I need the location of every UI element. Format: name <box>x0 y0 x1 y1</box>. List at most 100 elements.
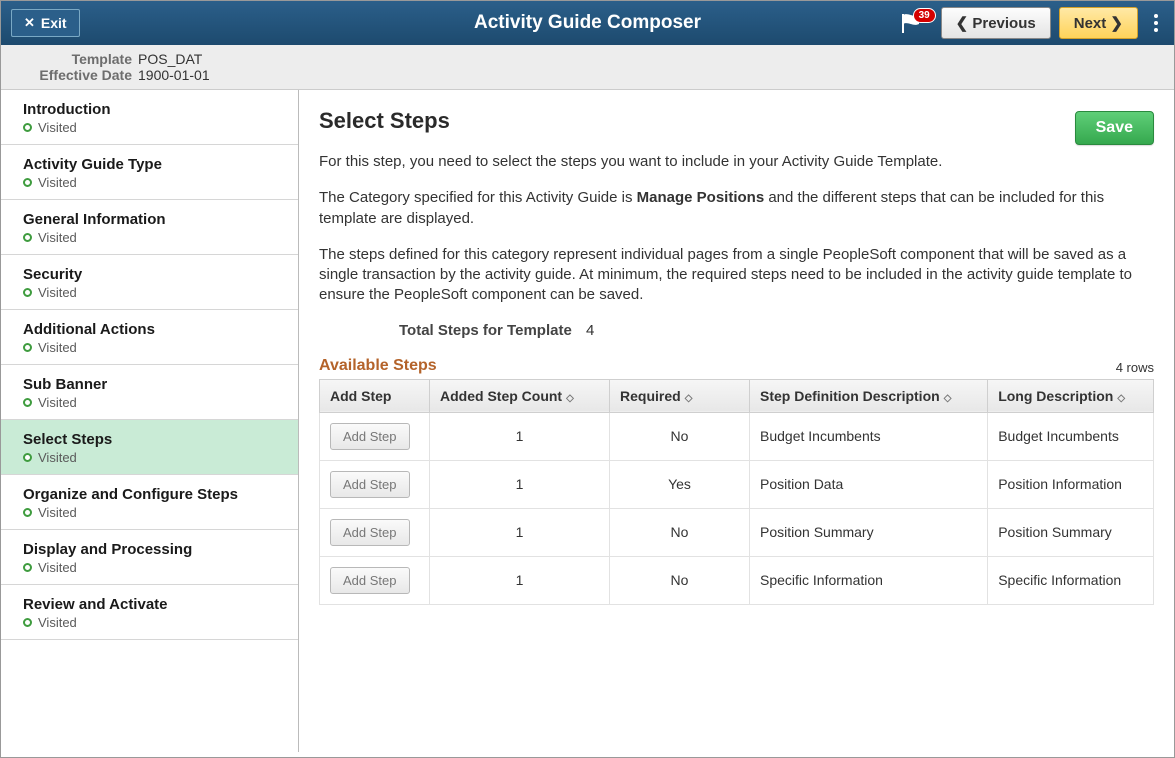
col-added-count[interactable]: Added Step Count◇ <box>430 379 610 412</box>
sidebar-item-sub-banner[interactable]: Sub BannerVisited <box>1 365 298 420</box>
sidebar-item-status: Visited <box>23 615 288 630</box>
sidebar-item-status: Visited <box>23 450 288 465</box>
sidebar-item-status-text: Visited <box>38 615 77 630</box>
sidebar-item-review-and-activate[interactable]: Review and Activate Visited <box>1 585 298 640</box>
sidebar-item-general-information[interactable]: General Information Visited <box>1 200 298 255</box>
main-panel: Select Steps Save For this step, you nee… <box>299 90 1174 752</box>
dot-icon <box>1154 14 1158 18</box>
intro-category-name: Manage Positions <box>637 189 765 206</box>
status-visited-icon <box>23 508 32 517</box>
sidebar-item-status-text: Visited <box>38 230 77 245</box>
sidebar-item-title: Sub Banner <box>23 376 288 393</box>
cell-required: No <box>610 556 750 604</box>
intro-line-3: The steps defined for this category repr… <box>319 245 1154 306</box>
status-visited-icon <box>23 563 32 572</box>
exit-button[interactable]: ✕ Exit <box>11 9 80 37</box>
add-step-button[interactable]: Add Step <box>330 567 410 594</box>
sidebar-item-title: Introduction <box>23 101 288 118</box>
sidebar-item-status-text: Visited <box>38 120 77 135</box>
sidebar-item-status: Visited <box>23 560 288 575</box>
intro-line-2: The Category specified for this Activity… <box>319 188 1154 229</box>
col-add-step[interactable]: Add Step <box>320 379 430 412</box>
status-visited-icon <box>23 343 32 352</box>
cell-long-description: Position Summary <box>988 508 1154 556</box>
total-steps-label: Total Steps for Template <box>399 322 572 339</box>
cell-step-definition: Position Summary <box>750 508 988 556</box>
effective-date-label: Effective Date <box>13 67 138 83</box>
notification-count-badge: 39 <box>913 8 936 23</box>
cell-step-definition: Position Data <box>750 460 988 508</box>
sort-icon: ◇ <box>566 393 574 404</box>
sidebar-item-title: Organize and Configure Steps <box>23 486 288 503</box>
status-visited-icon <box>23 233 32 242</box>
sort-icon: ◇ <box>1117 393 1125 404</box>
cell-added-count: 1 <box>430 556 610 604</box>
sidebar-item-status-text: Visited <box>38 450 77 465</box>
sidebar-item-select-steps[interactable]: Select StepsVisited <box>1 420 298 475</box>
available-steps-title: Available Steps <box>319 357 437 375</box>
steps-sidebar: IntroductionVisitedActivity Guide TypeVi… <box>1 90 299 752</box>
sidebar-item-organize-and-configure-steps[interactable]: Organize and Configure Steps Visited <box>1 475 298 530</box>
total-steps-value: 4 <box>586 322 594 339</box>
sidebar-item-additional-actions[interactable]: Additional Actions Visited <box>1 310 298 365</box>
cell-added-count: 1 <box>430 508 610 556</box>
dot-icon <box>1154 28 1158 32</box>
sidebar-item-security[interactable]: Security Visited <box>1 255 298 310</box>
add-step-button[interactable]: Add Step <box>330 423 410 450</box>
col-step-def-label: Step Definition Description <box>760 388 940 404</box>
sidebar-item-activity-guide-type[interactable]: Activity Guide TypeVisited <box>1 145 298 200</box>
sidebar-item-title: Review and Activate <box>23 596 288 613</box>
sidebar-item-status-text: Visited <box>38 505 77 520</box>
status-visited-icon <box>23 453 32 462</box>
sidebar-item-title: Display and Processing <box>23 541 288 558</box>
table-row: Add Step1NoPosition SummaryPosition Summ… <box>320 508 1154 556</box>
sidebar-item-display-and-processing[interactable]: Display and Processing Visited <box>1 530 298 585</box>
col-long-desc-label: Long Description <box>998 388 1113 404</box>
total-steps-row: Total Steps for Template 4 <box>399 322 1154 339</box>
table-row: Add Step1NoSpecific InformationSpecific … <box>320 556 1154 604</box>
col-step-def[interactable]: Step Definition Description◇ <box>750 379 988 412</box>
next-button[interactable]: Next ❯ <box>1059 7 1138 39</box>
add-step-button[interactable]: Add Step <box>330 519 410 546</box>
chevron-left-icon: ❮ <box>956 14 973 32</box>
notifications-button[interactable]: 39 <box>899 11 927 35</box>
sidebar-item-status-text: Visited <box>38 285 77 300</box>
status-visited-icon <box>23 398 32 407</box>
page-banner-title: Activity Guide Composer <box>474 12 701 34</box>
col-required-label: Required <box>620 388 681 404</box>
content-area: IntroductionVisitedActivity Guide TypeVi… <box>1 90 1174 752</box>
available-steps-grid: Add Step Added Step Count◇ Required ◇ Ste… <box>319 379 1154 605</box>
sidebar-item-status-text: Visited <box>38 560 77 575</box>
previous-button[interactable]: ❮ Previous <box>941 7 1051 39</box>
sidebar-item-status: Visited <box>23 340 288 355</box>
cell-required: Yes <box>610 460 750 508</box>
cell-step-definition: Specific Information <box>750 556 988 604</box>
sidebar-item-introduction[interactable]: Introduction Visited <box>1 90 298 145</box>
sidebar-item-title: General Information <box>23 211 288 228</box>
status-visited-icon <box>23 178 32 187</box>
grid-rowcount: 4 rows <box>1116 360 1154 375</box>
sidebar-item-title: Additional Actions <box>23 321 288 338</box>
cell-long-description: Budget Incumbents <box>988 412 1154 460</box>
cell-required: No <box>610 412 750 460</box>
sidebar-item-title: Security <box>23 266 288 283</box>
cell-added-count: 1 <box>430 460 610 508</box>
col-long-desc[interactable]: Long Description ◇ <box>988 379 1154 412</box>
sort-icon: ◇ <box>685 393 693 404</box>
effective-date-value: 1900-01-01 <box>138 67 210 83</box>
top-banner: ✕ Exit Activity Guide Composer 39 ❮ Prev… <box>1 1 1174 45</box>
intro-line-1: For this step, you need to select the st… <box>319 152 1154 172</box>
context-subheader: Template POS_DAT Effective Date 1900-01-… <box>1 45 1174 90</box>
save-button[interactable]: Save <box>1075 111 1154 145</box>
more-actions-button[interactable] <box>1146 8 1166 38</box>
cell-long-description: Position Information <box>988 460 1154 508</box>
status-visited-icon <box>23 288 32 297</box>
sidebar-item-status-text: Visited <box>38 175 77 190</box>
col-add-step-label: Add Step <box>330 388 391 404</box>
cell-step-definition: Budget Incumbents <box>750 412 988 460</box>
col-required[interactable]: Required ◇ <box>610 379 750 412</box>
template-label: Template <box>13 51 138 67</box>
sidebar-item-status: Visited <box>23 175 288 190</box>
add-step-button[interactable]: Add Step <box>330 471 410 498</box>
status-visited-icon <box>23 618 32 627</box>
